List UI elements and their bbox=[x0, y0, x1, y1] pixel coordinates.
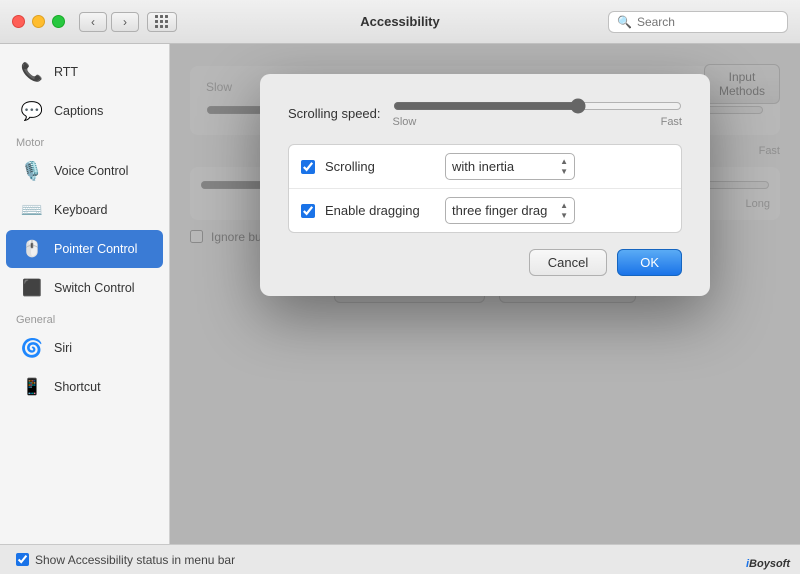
search-input[interactable] bbox=[637, 15, 779, 29]
accessibility-status-label: Show Accessibility status in menu bar bbox=[35, 553, 235, 567]
pointer-control-icon: 🖱️ bbox=[18, 235, 46, 263]
sidebar-item-label-switch-control: Switch Control bbox=[54, 281, 135, 295]
sidebar-item-label-siri: Siri bbox=[54, 341, 72, 355]
accessibility-status-checkbox[interactable] bbox=[16, 553, 29, 566]
siri-icon: 🌀 bbox=[18, 334, 46, 362]
back-button[interactable]: ‹ bbox=[79, 12, 107, 32]
slider-container: Slow Fast bbox=[393, 98, 683, 128]
iboysoft-text: Boysoft bbox=[749, 558, 790, 570]
main-layout: 📞 RTT 💬 Captions Motor 🎙️ Voice Control … bbox=[0, 44, 800, 544]
sidebar-item-pointer-control[interactable]: 🖱️ Pointer Control bbox=[6, 230, 163, 268]
search-bar[interactable]: 🔍 bbox=[608, 11, 788, 33]
options-section: Scrolling with inertia ▲ ▼ Enable draggi bbox=[288, 144, 682, 233]
window-title: Accessibility bbox=[360, 14, 440, 29]
search-icon: 🔍 bbox=[617, 15, 632, 29]
sidebar-item-label-shortcut: Shortcut bbox=[54, 380, 101, 394]
titlebar: ‹ › Accessibility 🔍 bbox=[0, 0, 800, 44]
modal-overlay: Scrolling speed: Slow Fast Scrolling bbox=[170, 44, 800, 544]
sidebar-item-switch-control[interactable]: ⬛ Switch Control bbox=[6, 269, 163, 307]
sidebar-item-label-rtt: RTT bbox=[54, 65, 78, 79]
shortcut-icon: 📱 bbox=[18, 373, 46, 401]
sidebar: 📞 RTT 💬 Captions Motor 🎙️ Voice Control … bbox=[0, 44, 170, 544]
sidebar-item-label-captions: Captions bbox=[54, 104, 103, 118]
scrolling-select-arrows: ▲ ▼ bbox=[560, 157, 568, 176]
close-button[interactable] bbox=[12, 15, 25, 28]
scrolling-option-row: Scrolling with inertia ▲ ▼ bbox=[289, 145, 681, 189]
keyboard-icon: ⌨️ bbox=[18, 196, 46, 224]
dragging-select-text: three finger drag bbox=[452, 203, 547, 218]
cancel-button[interactable]: Cancel bbox=[529, 249, 607, 276]
minimize-button[interactable] bbox=[32, 15, 45, 28]
dragging-checkbox[interactable] bbox=[301, 204, 315, 218]
bottom-bar: Show Accessibility status in menu bar iB… bbox=[0, 544, 800, 574]
voice-control-icon: 🎙️ bbox=[18, 157, 46, 185]
apps-grid-button[interactable] bbox=[147, 12, 177, 32]
content-area: Input Methods Slow Fast Fast Long bbox=[170, 44, 800, 544]
dragging-option-row: Enable dragging three finger drag ▲ ▼ bbox=[289, 189, 681, 232]
sidebar-item-voice-control[interactable]: 🎙️ Voice Control bbox=[6, 152, 163, 190]
rtt-icon: 📞 bbox=[18, 58, 46, 86]
traffic-lights bbox=[12, 15, 65, 28]
maximize-button[interactable] bbox=[52, 15, 65, 28]
scrolling-speed-slider[interactable] bbox=[393, 98, 683, 114]
forward-button[interactable]: › bbox=[111, 12, 139, 32]
fast-slider-label: Fast bbox=[661, 116, 682, 128]
nav-buttons: ‹ › bbox=[79, 12, 139, 32]
sidebar-section-motor: Motor bbox=[0, 131, 169, 151]
sidebar-item-siri[interactable]: 🌀 Siri bbox=[6, 329, 163, 367]
scrolling-checkbox[interactable] bbox=[301, 160, 315, 174]
captions-icon: 💬 bbox=[18, 97, 46, 125]
iboysoft-logo: iBoysoft bbox=[746, 558, 790, 570]
ok-button[interactable]: OK bbox=[617, 249, 682, 276]
sidebar-item-rtt[interactable]: 📞 RTT bbox=[6, 53, 163, 91]
speed-label: Scrolling speed: bbox=[288, 106, 381, 121]
speed-row: Scrolling speed: Slow Fast bbox=[288, 98, 682, 128]
sidebar-item-label-keyboard: Keyboard bbox=[54, 203, 108, 217]
sidebar-item-label-voice-control: Voice Control bbox=[54, 164, 128, 178]
dragging-select[interactable]: three finger drag ▲ ▼ bbox=[445, 197, 575, 224]
scrolling-options-modal: Scrolling speed: Slow Fast Scrolling bbox=[260, 74, 710, 296]
scrolling-select[interactable]: with inertia ▲ ▼ bbox=[445, 153, 575, 180]
slider-labels: Slow Fast bbox=[393, 116, 683, 128]
dragging-label: Enable dragging bbox=[325, 203, 435, 218]
sidebar-item-captions[interactable]: 💬 Captions bbox=[6, 92, 163, 130]
sidebar-item-label-pointer-control: Pointer Control bbox=[54, 242, 137, 256]
scrolling-select-text: with inertia bbox=[452, 159, 514, 174]
sidebar-item-shortcut[interactable]: 📱 Shortcut bbox=[6, 368, 163, 406]
dragging-select-arrows: ▲ ▼ bbox=[560, 201, 568, 220]
sidebar-section-general: General bbox=[0, 308, 169, 328]
sidebar-item-keyboard[interactable]: ⌨️ Keyboard bbox=[6, 191, 163, 229]
modal-buttons: Cancel OK bbox=[288, 249, 682, 276]
scrolling-label: Scrolling bbox=[325, 159, 435, 174]
slow-label: Slow bbox=[393, 116, 417, 128]
switch-control-icon: ⬛ bbox=[18, 274, 46, 302]
